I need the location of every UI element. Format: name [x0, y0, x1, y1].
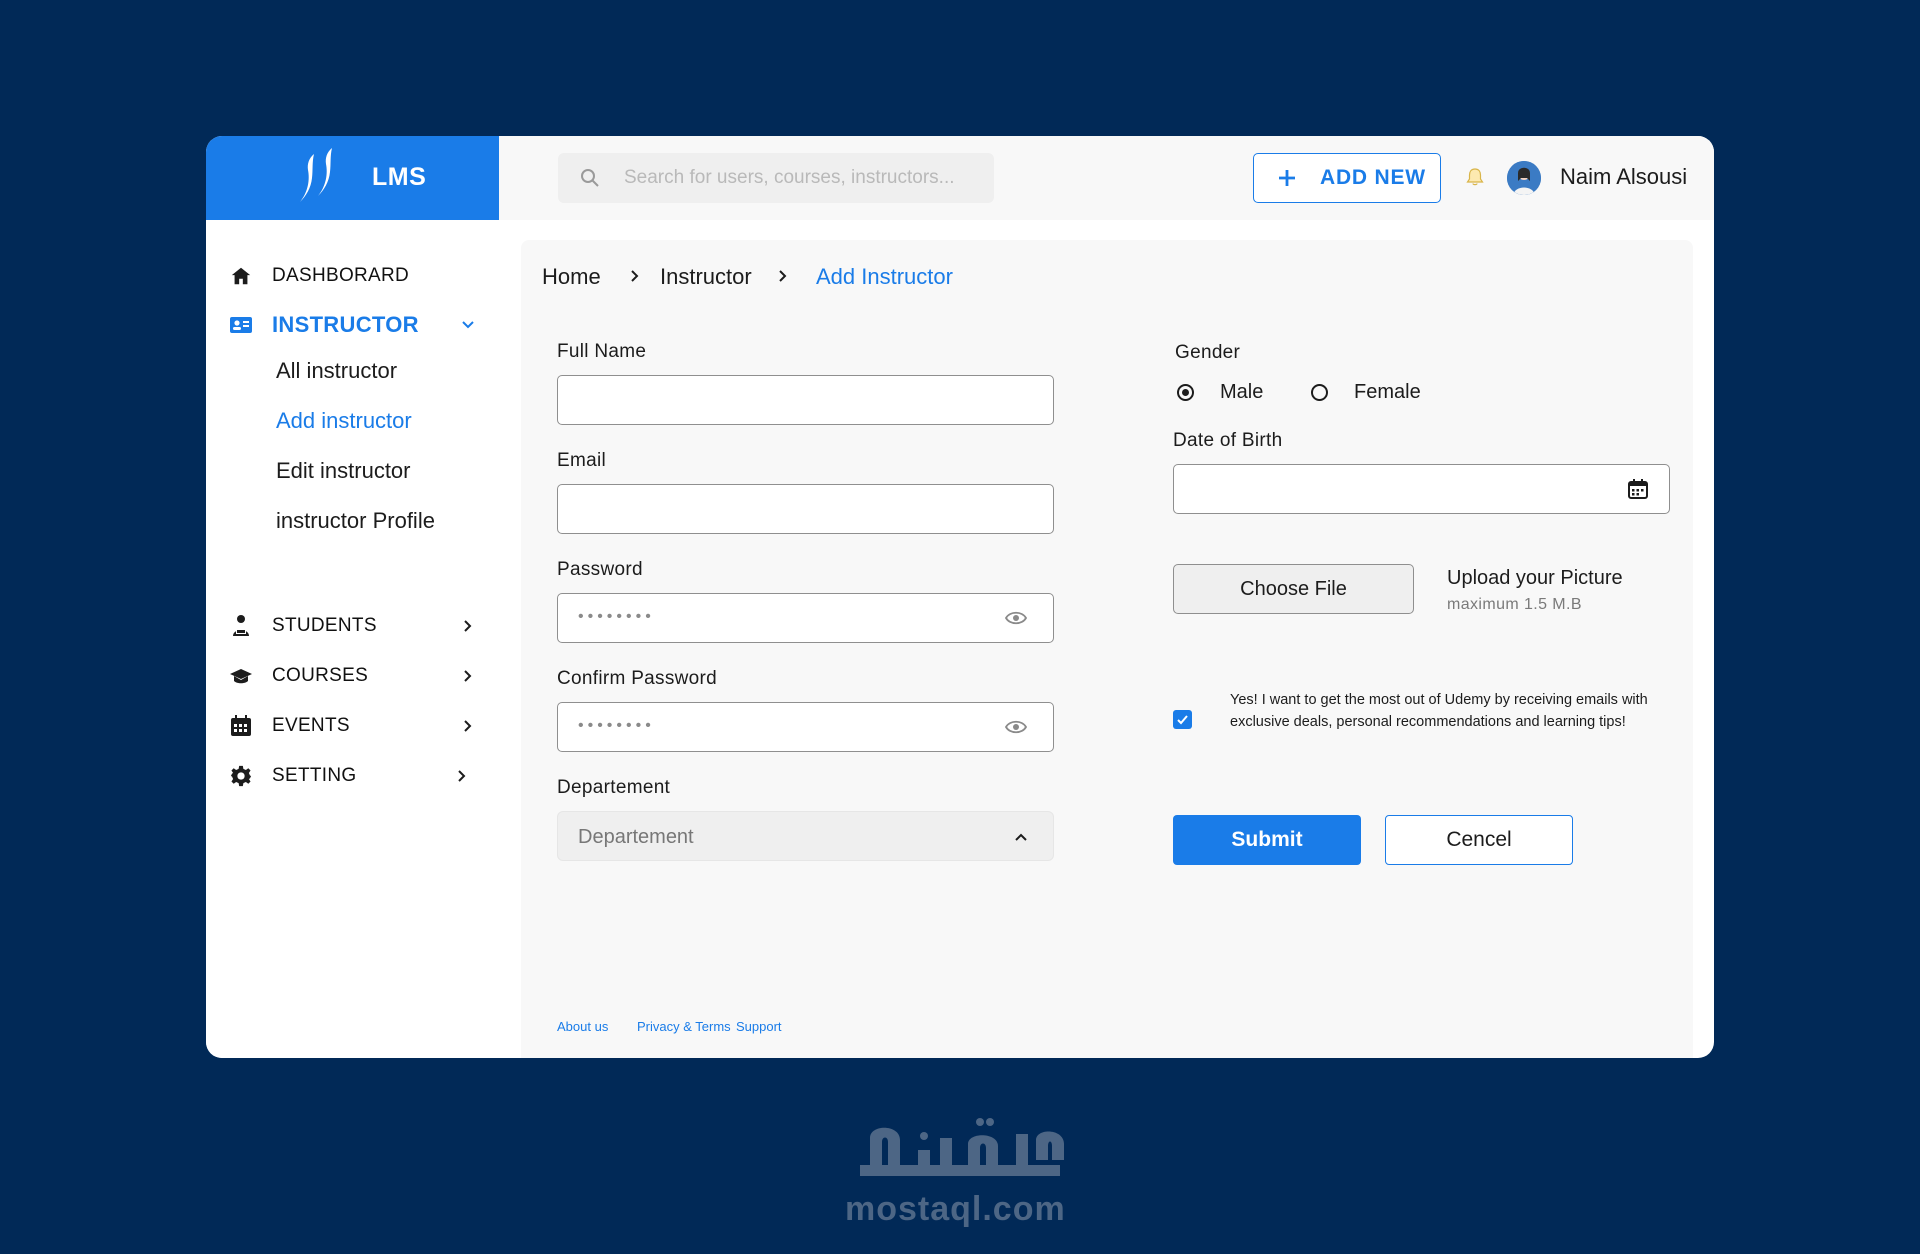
chevron-right-icon[interactable] — [452, 766, 472, 786]
password-field[interactable]: •••••••• — [557, 593, 1054, 643]
app-window: LMS DASHBORARD INSTRUCTOR All instructor… — [206, 136, 1714, 1058]
gender-option-label: Female — [1354, 381, 1421, 403]
department-select[interactable]: Departement — [557, 811, 1054, 861]
user-name[interactable]: Naim Alsousi — [1560, 164, 1687, 190]
eye-icon[interactable] — [1005, 719, 1027, 735]
consent-text: Yes! I want to get the most out of Udemy… — [1230, 692, 1648, 730]
sidebar-item-instructor[interactable]: INSTRUCTOR — [228, 309, 478, 341]
breadcrumb-add-instructor: Add Instructor — [816, 264, 953, 289]
calendar-icon — [228, 713, 254, 739]
department-value: Departement — [578, 826, 694, 848]
sidebar-item-label: COURSES — [272, 665, 369, 686]
footer-link-support[interactable]: Support — [736, 1019, 782, 1034]
sidebar: DASHBORARD INSTRUCTOR All instructor Add… — [206, 220, 499, 1058]
student-icon — [228, 613, 254, 639]
chevron-right-icon[interactable] — [458, 616, 478, 636]
home-icon — [228, 263, 254, 289]
submit-button[interactable]: Submit — [1173, 815, 1361, 865]
sub-item-all-instructor[interactable]: All instructor — [276, 358, 397, 384]
full-name-label: Full Name — [557, 341, 647, 362]
gender-radio-male[interactable]: Male — [1177, 381, 1263, 404]
add-new-button[interactable]: ADD NEW — [1253, 153, 1441, 203]
department-label: Departement — [557, 777, 671, 798]
sub-item-instructor-profile[interactable]: instructor Profile — [276, 508, 435, 534]
logo-icon — [300, 148, 332, 202]
search-input[interactable] — [624, 153, 984, 203]
dob-field[interactable] — [1173, 464, 1670, 514]
user-avatar[interactable] — [1507, 161, 1541, 195]
email-label: Email — [557, 450, 607, 471]
sidebar-item-label: SETTING — [272, 765, 357, 786]
sidebar-item-courses[interactable]: COURSES — [228, 660, 478, 692]
full-name-input[interactable] — [558, 376, 1053, 424]
sidebar-item-label: STUDENTS — [272, 615, 377, 636]
graduation-cap-icon — [228, 663, 254, 689]
sidebar-item-students[interactable]: STUDENTS — [228, 610, 478, 642]
password-mask: •••••••• — [578, 608, 655, 625]
consent-checkbox[interactable] — [1173, 710, 1192, 729]
chevron-right-icon — [631, 270, 639, 282]
sub-item-edit-instructor[interactable]: Edit instructor — [276, 458, 411, 484]
check-icon — [1177, 715, 1188, 725]
chevron-down-icon[interactable] — [458, 315, 478, 335]
gender-label: Gender — [1175, 342, 1241, 363]
logo-text: LMS — [372, 163, 427, 191]
upload-title: Upload your Picture — [1447, 567, 1623, 589]
radio-empty-icon — [1311, 384, 1328, 401]
bell-icon[interactable] — [1464, 166, 1486, 188]
password-label: Password — [557, 559, 643, 580]
sidebar-item-label: INSTRUCTOR — [272, 312, 419, 337]
dob-label: Date of Birth — [1173, 430, 1283, 451]
choose-file-button[interactable]: Choose File — [1173, 564, 1414, 614]
gender-radio-female[interactable]: Female — [1311, 381, 1421, 404]
upload-hint: maximum 1.5 M.B — [1447, 596, 1582, 613]
footer-link-about[interactable]: About us — [557, 1019, 608, 1034]
main-content: Home Instructor Add Instructor Full Name… — [521, 240, 1693, 1058]
chevron-right-icon[interactable] — [458, 716, 478, 736]
cancel-button[interactable]: Cencel — [1385, 815, 1573, 865]
sidebar-item-events[interactable]: EVENTS — [228, 710, 478, 742]
sidebar-item-label: EVENTS — [272, 715, 350, 736]
radio-selected-icon — [1177, 384, 1194, 401]
full-name-field[interactable] — [557, 375, 1054, 425]
gear-icon — [228, 763, 254, 789]
watermark-arabic-logo — [860, 1118, 1064, 1176]
plus-icon — [1279, 170, 1295, 186]
gender-option-label: Male — [1220, 381, 1264, 403]
chevron-right-icon — [779, 270, 787, 282]
sidebar-item-setting[interactable]: SETTING — [228, 760, 478, 792]
search-bar[interactable] — [558, 153, 994, 203]
sidebar-item-dashboard[interactable]: DASHBORARD — [228, 260, 478, 292]
confirm-password-mask: •••••••• — [578, 717, 655, 734]
confirm-password-field[interactable]: •••••••• — [557, 702, 1054, 752]
email-field[interactable] — [557, 484, 1054, 534]
breadcrumb-home[interactable]: Home — [542, 264, 601, 290]
sidebar-item-label: DASHBORARD — [272, 265, 410, 286]
chevron-right-icon[interactable] — [458, 666, 478, 686]
id-card-icon — [228, 312, 254, 338]
search-icon — [581, 169, 599, 187]
chevron-up-icon — [1015, 833, 1027, 841]
breadcrumb-instructor[interactable]: Instructor — [660, 264, 752, 290]
avatar-image — [1507, 161, 1541, 195]
sub-item-add-instructor[interactable]: Add instructor — [276, 408, 412, 434]
footer-link-privacy[interactable]: Privacy & Terms — [637, 1019, 731, 1034]
logo-block[interactable]: LMS — [206, 136, 499, 220]
eye-icon[interactable] — [1005, 610, 1027, 626]
watermark-text: mostaql.com — [845, 1190, 1066, 1228]
calendar-icon[interactable] — [1627, 478, 1649, 500]
top-header: ADD NEW Naim Alsousi — [499, 136, 1714, 220]
add-new-label: ADD NEW — [1320, 166, 1426, 189]
confirm-password-label: Confirm Password — [557, 668, 718, 689]
email-input[interactable] — [558, 485, 1053, 533]
